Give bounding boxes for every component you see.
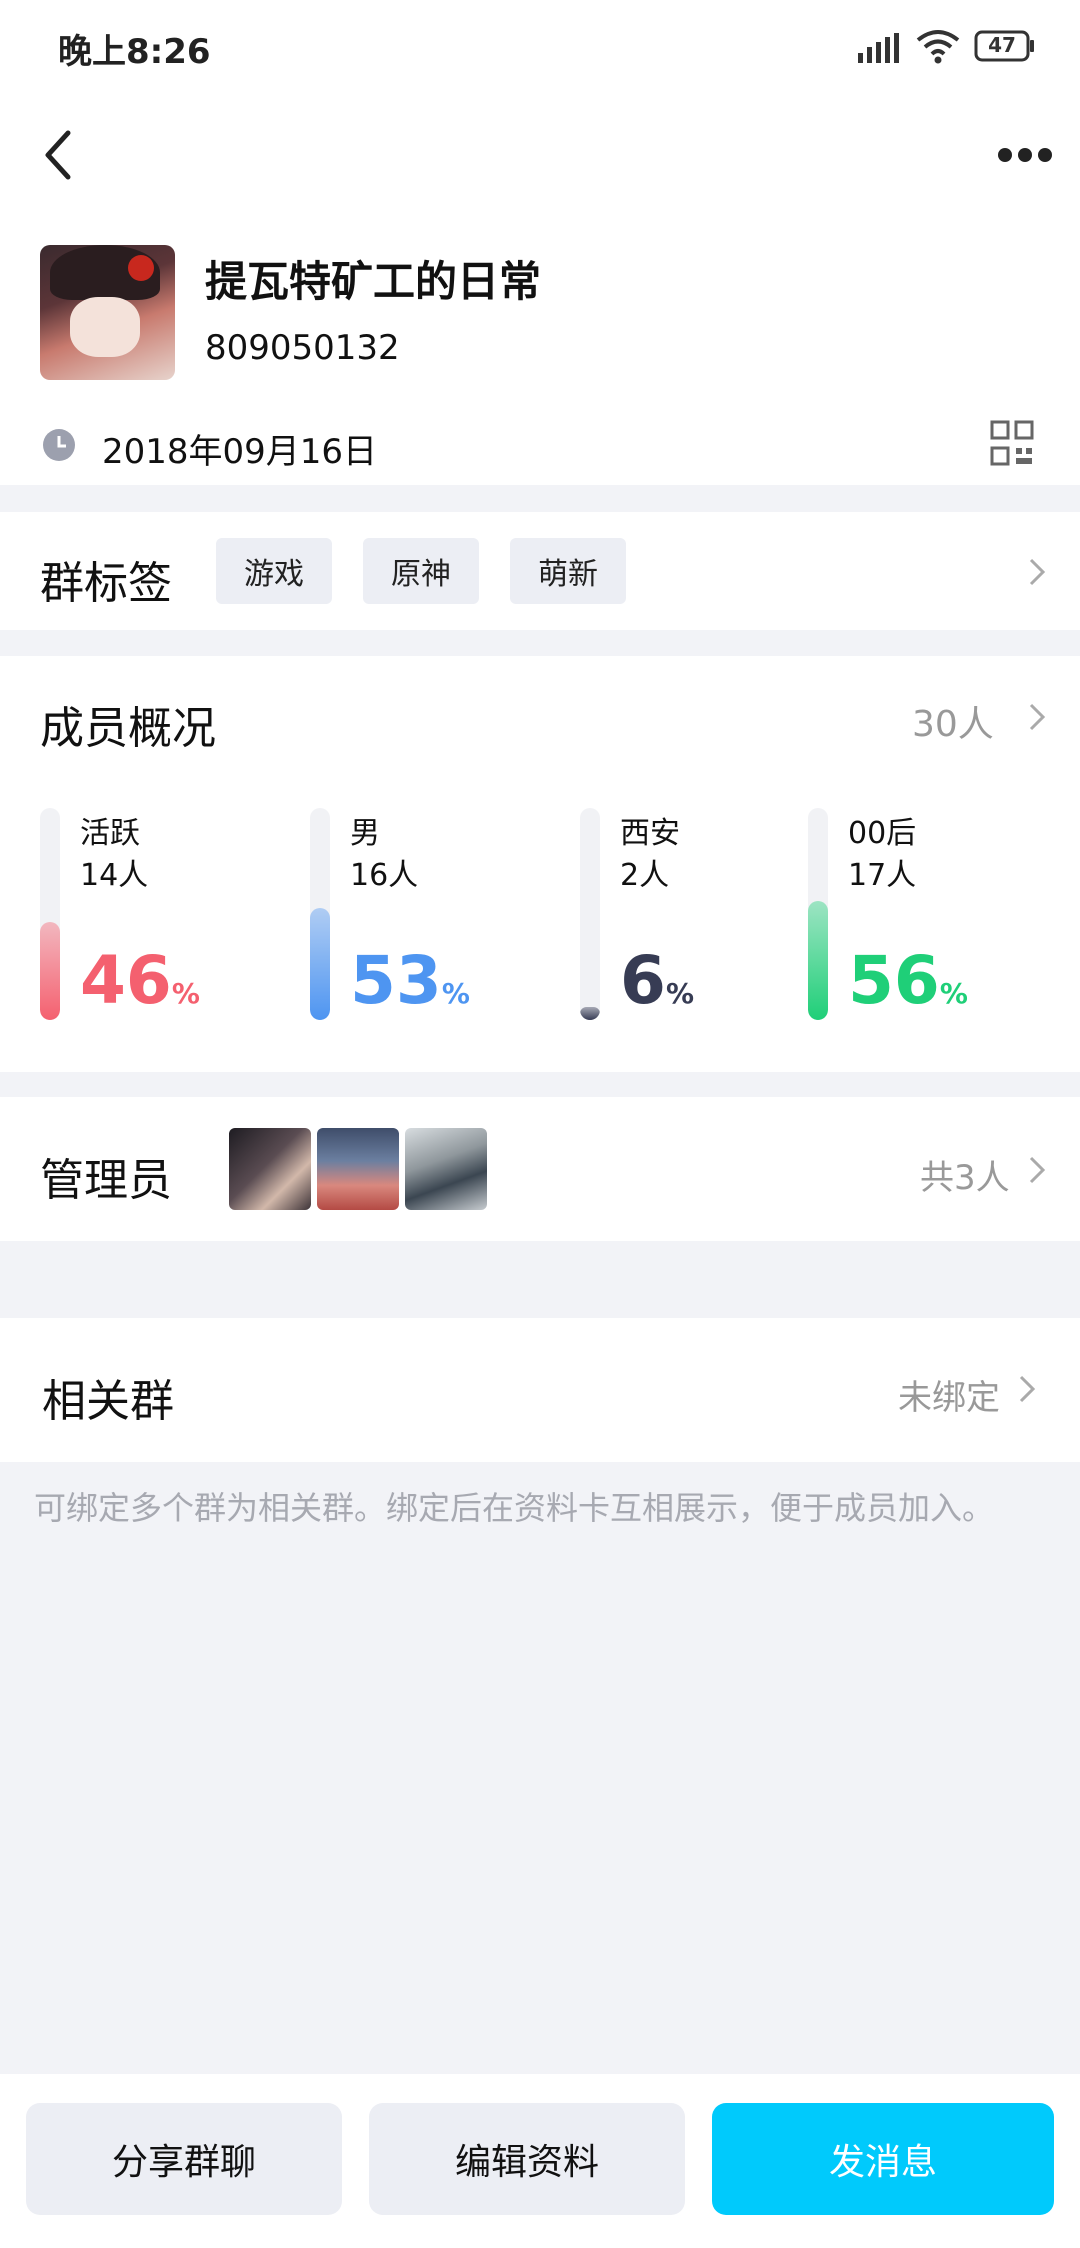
admin-avatar[interactable] (317, 1128, 399, 1210)
stat-label: 00后 (848, 816, 917, 851)
tag-chip[interactable]: 萌新 (510, 538, 626, 604)
tag-chip[interactable]: 游戏 (216, 538, 332, 604)
stat-active: 活跃 14人 46% (40, 808, 240, 1023)
stat-bar-fill (310, 907, 330, 1020)
admin-avatar[interactable] (229, 1128, 311, 1210)
tags-title: 群标签 (40, 558, 172, 609)
stat-percent-value: 6 (620, 942, 666, 1019)
stat-percent-value: 53 (350, 942, 442, 1019)
stat-location: 西安 2人 6% (580, 808, 780, 1023)
stat-label: 西安 (620, 816, 680, 851)
wifi-icon (916, 30, 960, 64)
group-name: 提瓦特矿工的日常 (205, 257, 542, 306)
chevron-right-icon[interactable] (1018, 1374, 1036, 1404)
stat-count: 16人 (350, 858, 419, 893)
qr-code-icon[interactable] (990, 420, 1034, 466)
stat-count: 2人 (620, 858, 670, 893)
group-id: 809050132 (205, 328, 400, 368)
stat-percent-value: 46 (80, 942, 172, 1019)
share-group-button[interactable]: 分享群聊 (26, 2103, 342, 2215)
stat-male: 男 16人 53% (310, 808, 510, 1023)
group-avatar[interactable] (40, 245, 175, 380)
battery-icon: 47 (974, 30, 1036, 62)
signal-icon (858, 33, 899, 63)
send-message-button[interactable]: 发消息 (712, 2103, 1054, 2215)
stat-count: 17人 (848, 858, 917, 893)
back-icon[interactable] (40, 125, 76, 185)
stat-bar-fill (808, 901, 828, 1020)
chevron-right-icon[interactable] (1028, 557, 1046, 587)
admin-avatar[interactable] (405, 1128, 487, 1210)
chevron-right-icon[interactable] (1028, 702, 1046, 732)
stat-percent-unit: % (441, 977, 470, 1010)
battery-level: 47 (988, 33, 1016, 57)
status-time: 晚上8:26 (58, 32, 211, 72)
related-title: 相关群 (42, 1376, 174, 1427)
stat-bar-fill (40, 922, 60, 1020)
stat-percent: 46% (80, 948, 200, 1014)
clock-icon (43, 429, 75, 461)
stat-age: 00后 17人 56% (808, 808, 1008, 1023)
tag-chip[interactable]: 原神 (363, 538, 479, 604)
more-icon[interactable] (995, 145, 1055, 165)
admins-total: 共3人 (920, 1158, 1010, 1198)
members-title: 成员概况 (40, 703, 216, 754)
stat-count: 14人 (80, 858, 149, 893)
edit-profile-button[interactable]: 编辑资料 (369, 2103, 685, 2215)
stat-percent: 6% (620, 948, 694, 1014)
nav-bar (0, 95, 1080, 225)
stat-bar-fill (580, 1007, 600, 1020)
admins-title: 管理员 (40, 1155, 172, 1206)
stat-label: 活跃 (80, 816, 140, 851)
stat-percent-unit: % (665, 977, 694, 1010)
stat-percent-value: 56 (848, 942, 940, 1019)
stat-percent: 56% (848, 948, 968, 1014)
chevron-right-icon[interactable] (1028, 1155, 1046, 1185)
related-description: 可绑定多个群为相关群。绑定后在资料卡互相展示，便于成员加入。 (34, 1489, 995, 1527)
stat-percent-unit: % (939, 977, 968, 1010)
members-count[interactable]: 30人 (912, 695, 994, 747)
stat-percent: 53% (350, 948, 470, 1014)
related-status: 未绑定 (898, 1378, 1000, 1418)
stat-percent-unit: % (171, 977, 200, 1010)
created-date: 2018年09月16日 (102, 432, 378, 472)
stat-label: 男 (350, 816, 380, 851)
